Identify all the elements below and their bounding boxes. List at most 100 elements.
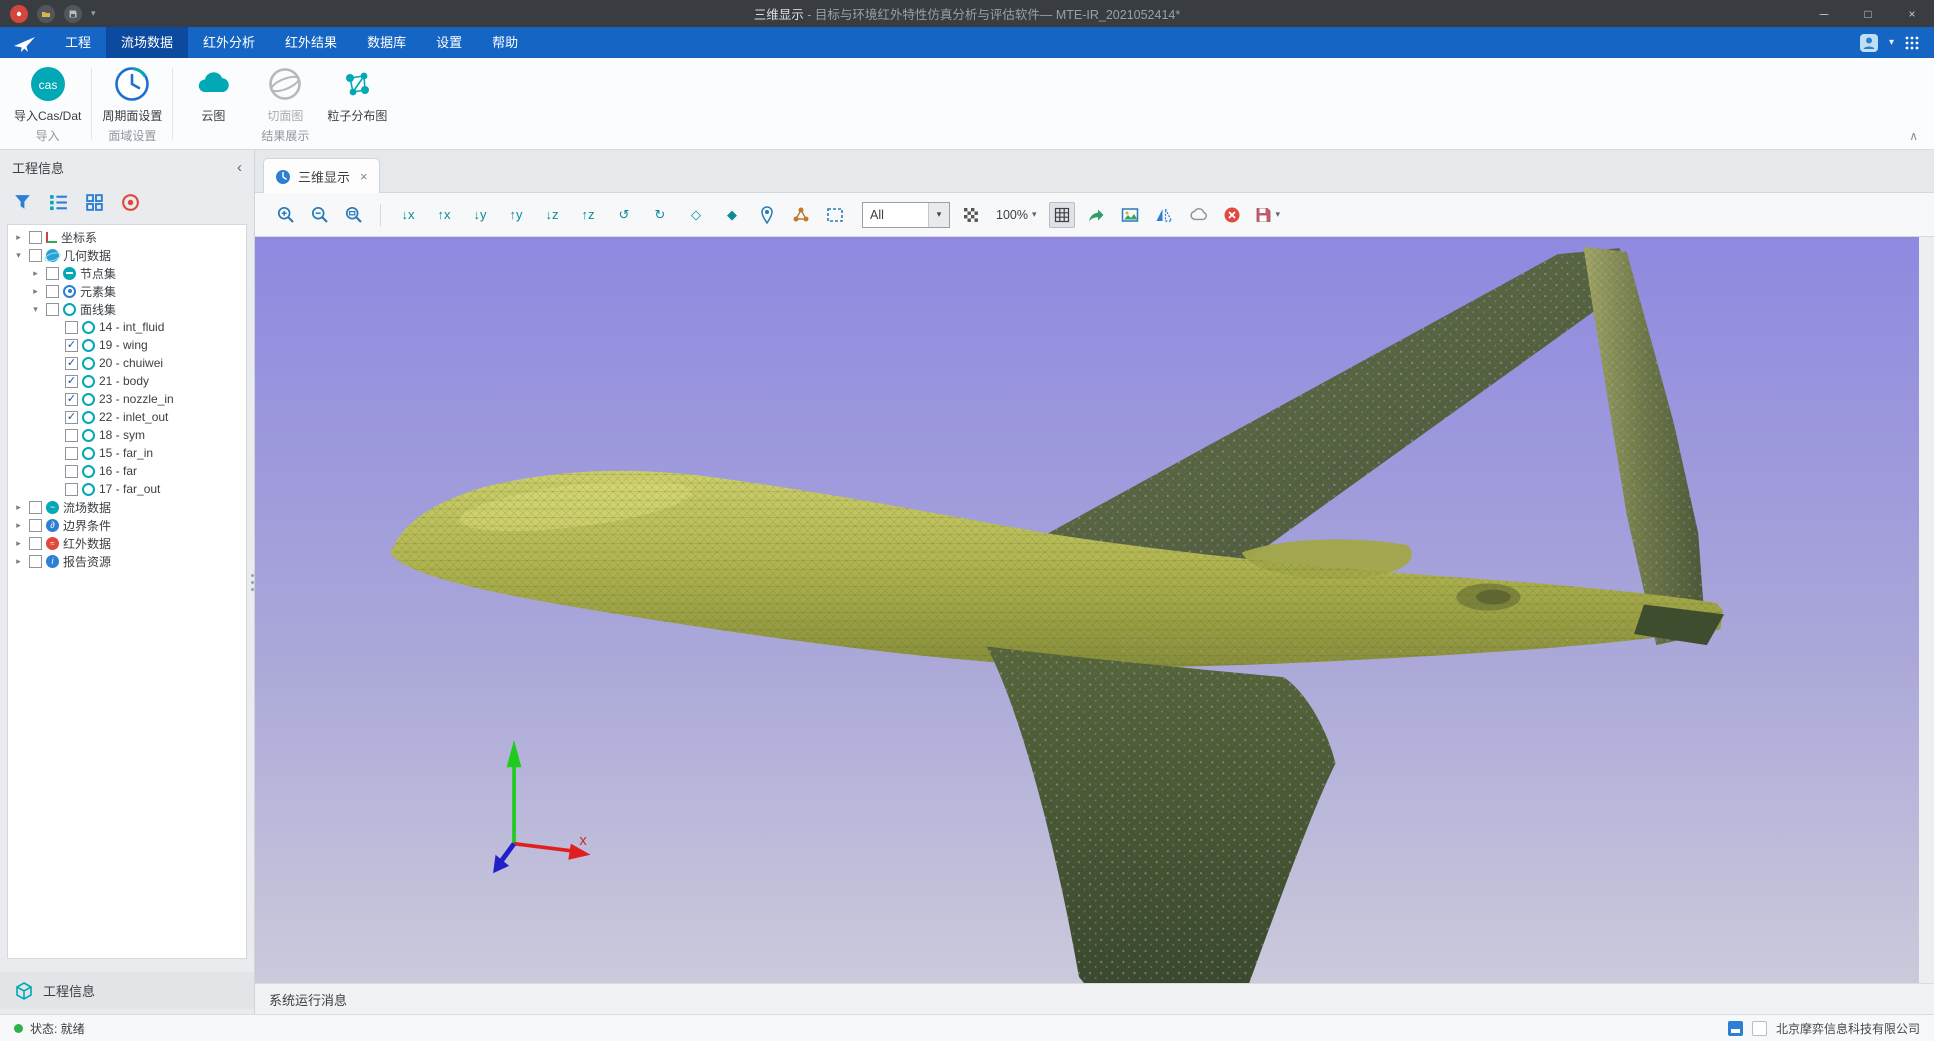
tree-item[interactable]: ▸坐标系 <box>8 228 246 246</box>
tree-checkbox[interactable]: ✓ <box>65 357 78 370</box>
tree-item[interactable]: ▾几何数据 <box>8 246 246 264</box>
lasso-region-icon[interactable] <box>1185 202 1211 228</box>
display-filter-combo[interactable]: All ▾ <box>862 202 950 228</box>
tree-expander-icon[interactable]: ▸ <box>12 520 25 531</box>
tab-3d-view[interactable]: 三维显示 × <box>263 158 380 194</box>
tree-checkbox[interactable] <box>65 321 78 334</box>
zoom-out-icon[interactable] <box>307 202 333 228</box>
probe-pin-icon[interactable] <box>754 202 780 228</box>
import-cas-dat-button[interactable]: cas 导入Cas/Dat <box>14 64 81 124</box>
tree-checkbox[interactable] <box>29 555 42 568</box>
tree-item[interactable]: ▸元素集 <box>8 282 246 300</box>
view-iso2-icon[interactable]: ◆ <box>718 202 746 228</box>
tree-checkbox[interactable] <box>29 501 42 514</box>
box-select-icon[interactable] <box>822 202 848 228</box>
tree-checkbox[interactable] <box>29 537 42 550</box>
tree-item[interactable]: ✓22 - inlet_out <box>8 408 246 426</box>
menu-item-4[interactable]: 数据库 <box>352 27 421 58</box>
zoom-fit-icon[interactable] <box>341 202 367 228</box>
tree-item[interactable]: 14 - int_fluid <box>8 318 246 336</box>
tree-expander-icon[interactable]: ▸ <box>29 286 42 297</box>
clear-cancel-icon[interactable] <box>1219 202 1245 228</box>
tree-item[interactable]: ▸报告资源 <box>8 552 246 570</box>
menu-item-2[interactable]: 红外分析 <box>188 27 270 58</box>
tree-checkbox[interactable] <box>65 483 78 496</box>
combo-caret-icon[interactable]: ▾ <box>928 203 949 227</box>
app-logo-icon[interactable] <box>10 5 28 23</box>
tree-checkbox[interactable] <box>29 231 42 244</box>
minimize-button[interactable]: ─ <box>1802 0 1846 27</box>
export-share-icon[interactable] <box>1083 202 1109 228</box>
tree-item[interactable]: ✓19 - wing <box>8 336 246 354</box>
tree-checkbox[interactable]: ✓ <box>65 411 78 424</box>
view-x-neg-icon[interactable]: ↓x <box>394 202 422 228</box>
maximize-button[interactable]: □ <box>1846 0 1890 27</box>
tree-checkbox[interactable] <box>65 429 78 442</box>
tree-checkbox[interactable] <box>46 303 59 316</box>
view-z-neg-icon[interactable]: ↓z <box>538 202 566 228</box>
panel-toggle-icon[interactable] <box>1728 1021 1743 1036</box>
apps-grid-icon[interactable] <box>1904 35 1920 51</box>
filter-icon[interactable] <box>12 192 33 213</box>
open-project-icon[interactable] <box>37 5 55 23</box>
view-y-pos-icon[interactable]: ↑y <box>502 202 530 228</box>
mirror-icon[interactable] <box>1151 202 1177 228</box>
quick-access-caret-icon[interactable]: ▾ <box>91 8 96 19</box>
tree-expander-icon[interactable]: ▾ <box>12 250 25 261</box>
tree-checkbox[interactable]: ✓ <box>65 393 78 406</box>
panel-splitter[interactable] <box>249 150 256 1014</box>
menu-item-5[interactable]: 设置 <box>421 27 477 58</box>
snapshot-image-icon[interactable] <box>1117 202 1143 228</box>
tree-item[interactable]: ▾面线集 <box>8 300 246 318</box>
tree-item[interactable]: ▸流场数据 <box>8 498 246 516</box>
periodic-face-button[interactable]: 周期面设置 <box>102 64 162 124</box>
menu-item-0[interactable]: 工程 <box>50 27 106 58</box>
rotate-ccw-icon[interactable]: ↺ <box>610 202 638 228</box>
grid-view-icon[interactable] <box>84 192 105 213</box>
tree-checkbox[interactable] <box>65 465 78 478</box>
tree-expander-icon[interactable]: ▸ <box>12 556 25 567</box>
tree-expander-icon[interactable]: ▸ <box>12 538 25 549</box>
rotate-cw-icon[interactable]: ↻ <box>646 202 674 228</box>
tree-item[interactable]: 15 - far_in <box>8 444 246 462</box>
tree-checkbox[interactable] <box>46 267 59 280</box>
menu-item-1[interactable]: 流场数据 <box>106 27 188 58</box>
tree-item[interactable]: ✓20 - chuiwei <box>8 354 246 372</box>
particle-distribution-button[interactable]: 粒子分布图 <box>327 64 387 124</box>
tree-expander-icon[interactable]: ▸ <box>12 502 25 513</box>
zoom-level-dropdown[interactable]: 100% ▾ <box>992 208 1041 222</box>
menu-item-3[interactable]: 红外结果 <box>270 27 352 58</box>
menubar-caret-icon[interactable]: ▾ <box>1889 37 1894 48</box>
close-button[interactable]: × <box>1890 0 1934 27</box>
zoom-in-icon[interactable] <box>273 202 299 228</box>
tree-expander-icon[interactable]: ▸ <box>29 268 42 279</box>
grid-toggle-icon[interactable] <box>1049 202 1075 228</box>
panel-collapse-icon[interactable]: ‹ <box>237 159 242 176</box>
view-iso-icon[interactable]: ◇ <box>682 202 710 228</box>
tree-checkbox[interactable] <box>46 285 59 298</box>
tree-expander-icon[interactable]: ▾ <box>29 304 42 315</box>
project-info-button[interactable]: 工程信息 <box>0 972 254 1009</box>
viewport-3d[interactable]: x <box>255 237 1919 983</box>
tree-item[interactable]: ✓21 - body <box>8 372 246 390</box>
tree-checkbox[interactable]: ✓ <box>65 375 78 388</box>
tree-item[interactable]: ▸边界条件 <box>8 516 246 534</box>
tree-item[interactable]: 17 - far_out <box>8 480 246 498</box>
tree-expander-icon[interactable]: ▸ <box>12 232 25 243</box>
tab-close-icon[interactable]: × <box>360 169 368 184</box>
save-project-icon[interactable] <box>64 5 82 23</box>
tree-checkbox[interactable] <box>29 519 42 532</box>
contour-cloud-button[interactable]: 云图 <box>183 64 243 124</box>
ribbon-collapse-icon[interactable]: ∧ <box>1909 129 1918 143</box>
tree-item[interactable]: ▸节点集 <box>8 264 246 282</box>
texture-pattern-icon[interactable] <box>958 202 984 228</box>
tree-checkbox[interactable] <box>65 447 78 460</box>
locate-target-icon[interactable] <box>120 192 141 213</box>
tree-item[interactable]: ▸红外数据 <box>8 534 246 552</box>
tree-item[interactable]: 18 - sym <box>8 426 246 444</box>
menu-item-6[interactable]: 帮助 <box>477 27 533 58</box>
node-network-icon[interactable] <box>788 202 814 228</box>
view-x-pos-icon[interactable]: ↑x <box>430 202 458 228</box>
view-y-neg-icon[interactable]: ↓y <box>466 202 494 228</box>
layout-toggle-icon[interactable] <box>1752 1021 1767 1036</box>
